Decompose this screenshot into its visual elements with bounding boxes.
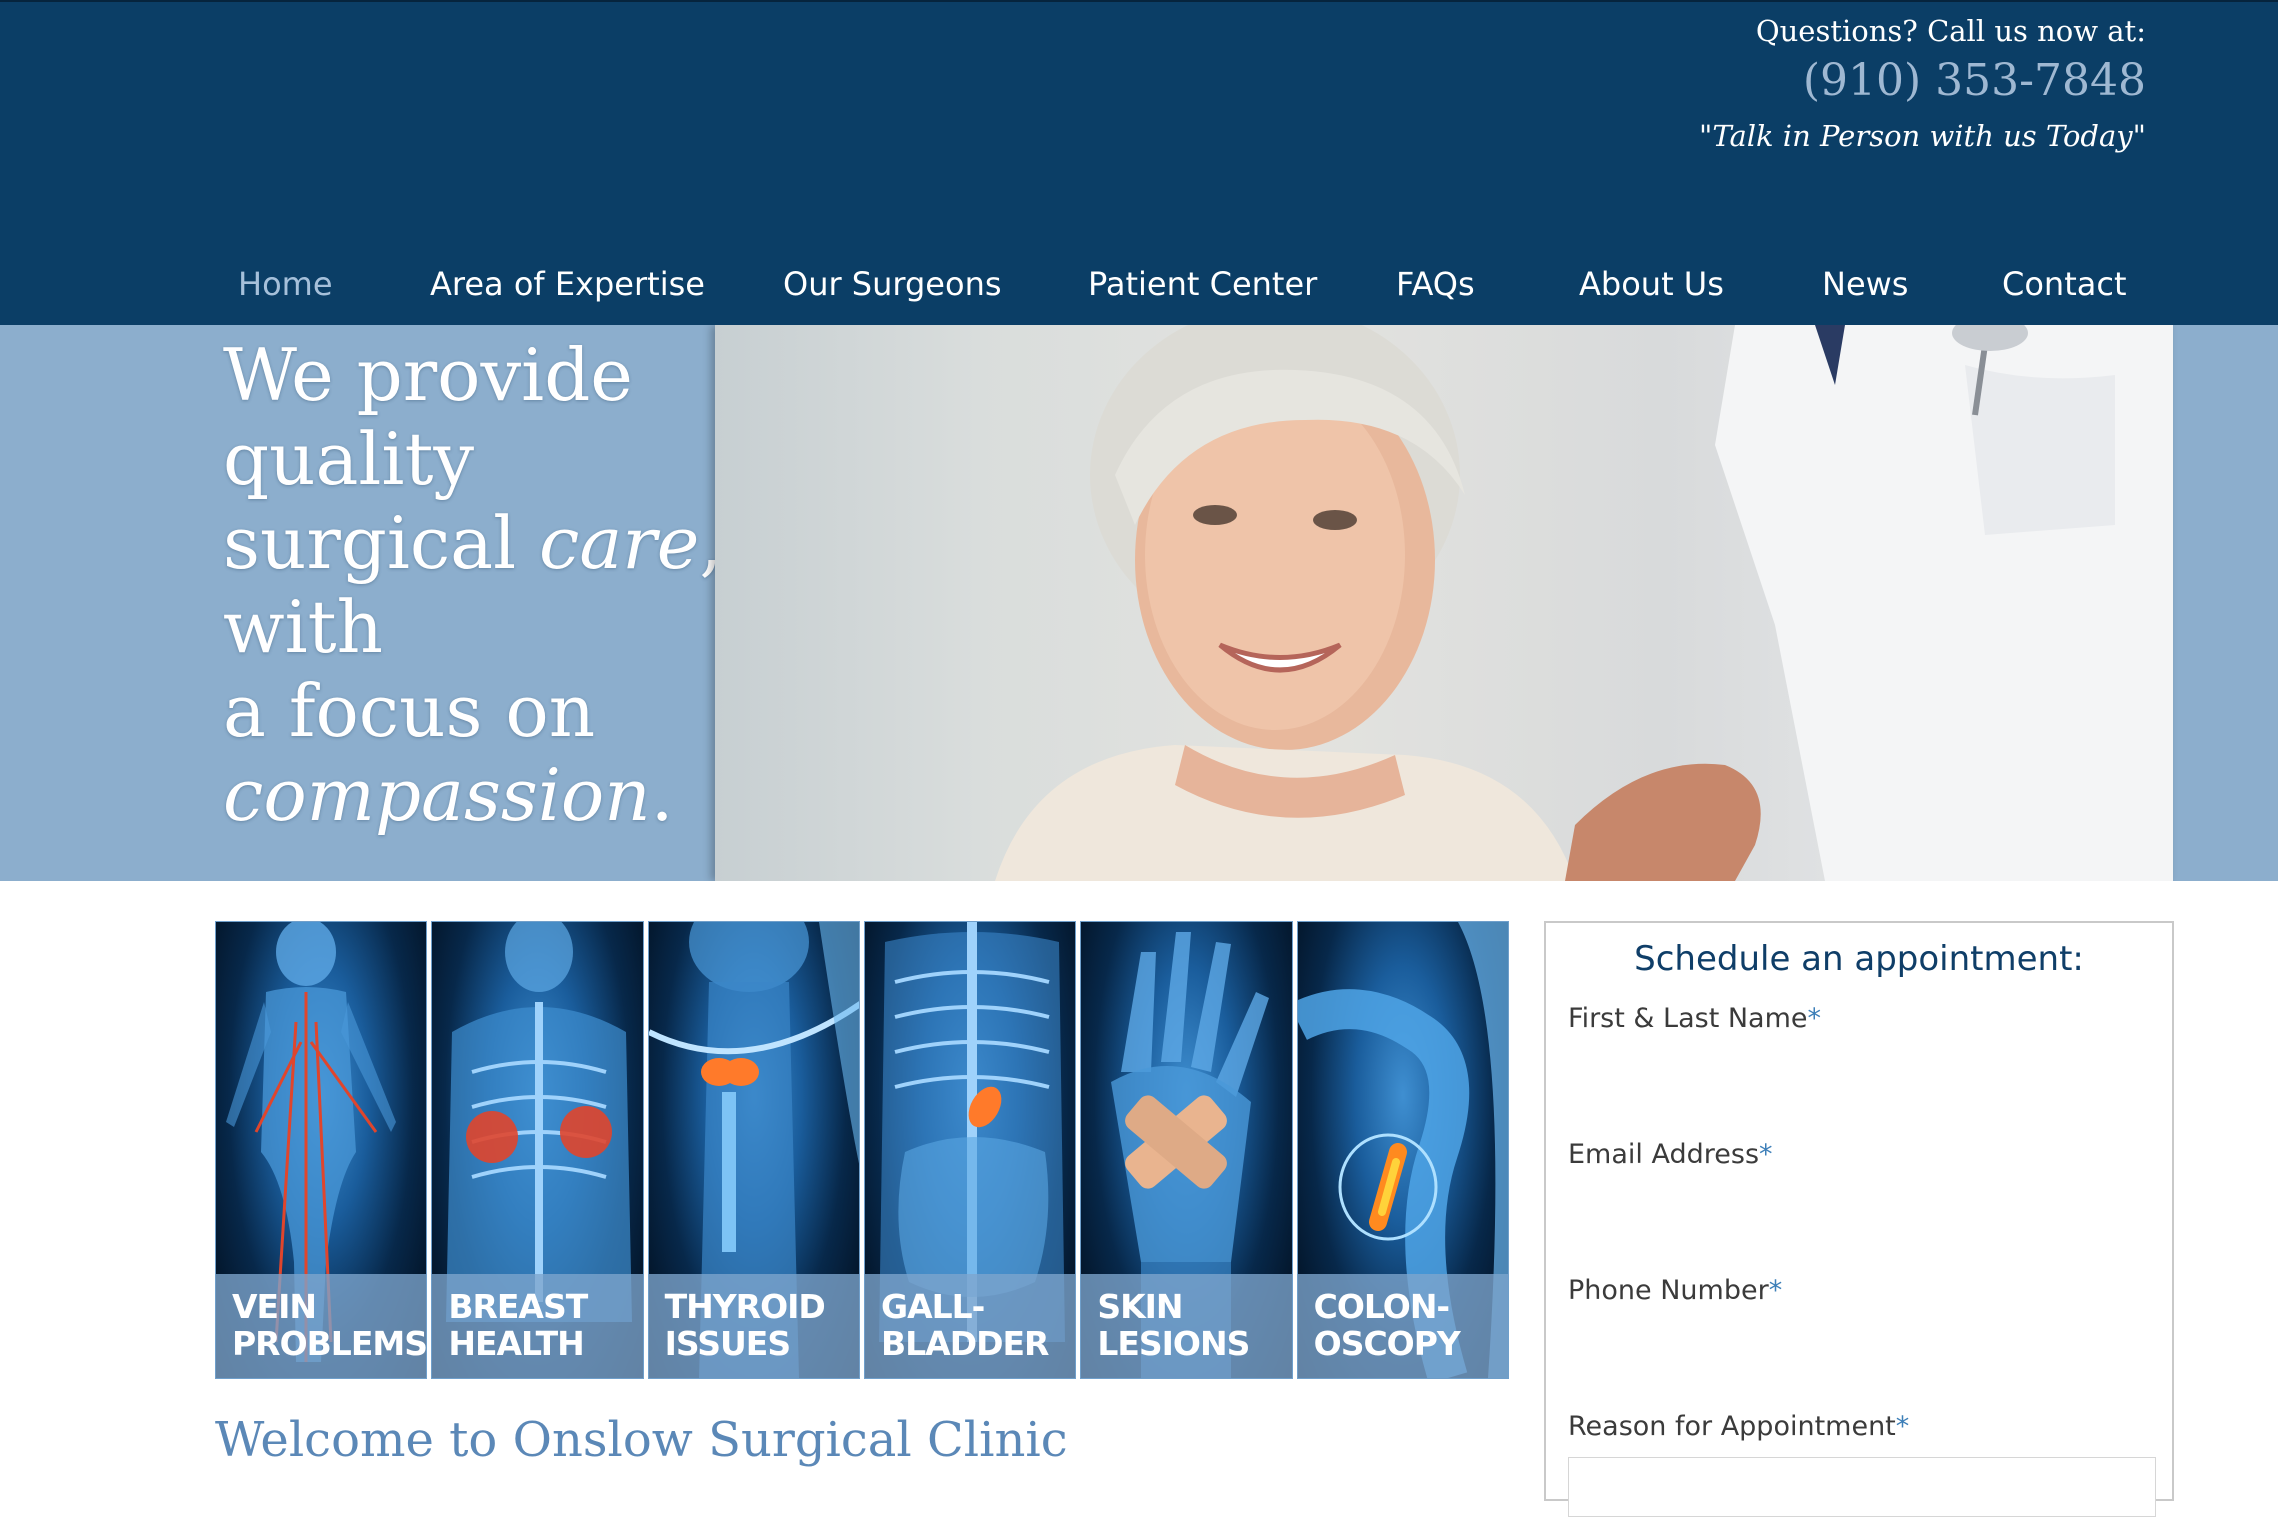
name-field-label: First & Last Name*: [1568, 1001, 1821, 1037]
email-input[interactable]: [1568, 1177, 2156, 1237]
name-label-text: First & Last Name: [1568, 1003, 1808, 1034]
hero-line-6: compassion.: [223, 753, 722, 837]
hero-photo-patient-and-doctor: [715, 325, 2173, 881]
hero-line-6-emphasis: compassion: [223, 753, 651, 837]
main-nav: Home Area of Expertise Our Surgeons Pati…: [0, 257, 2278, 312]
tile-label-line-1: SKIN: [1097, 1287, 1183, 1326]
tile-label: GALL- BLADDER: [864, 1274, 1076, 1378]
phone-input[interactable]: [1568, 1313, 2156, 1373]
tile-label-line-1: GALL-: [880, 1287, 985, 1326]
tile-label-line-2: BLADDER: [880, 1324, 1049, 1363]
hero-line-3-text: surgical: [223, 501, 540, 585]
appointment-form-title: Schedule an appointment:: [1634, 939, 2084, 979]
tile-label: THYROID ISSUES: [648, 1274, 859, 1378]
tile-label-line-1: BREAST: [448, 1287, 588, 1326]
welcome-heading: Welcome to Onslow Surgical Clinic: [215, 1412, 1068, 1468]
reason-field-label: Reason for Appointment*: [1568, 1409, 1909, 1445]
tile-label-line-2: HEALTH: [448, 1324, 584, 1363]
hero-banner: We provide quality surgical care, with a…: [0, 325, 2278, 881]
hero-photo-illustration: [995, 325, 2173, 881]
reason-label-text: Reason for Appointment: [1568, 1411, 1896, 1442]
nav-item-patient-center[interactable]: Patient Center: [1088, 257, 1317, 312]
call-question-text: Questions? Call us now at:: [1755, 14, 2146, 48]
required-marker: *: [1768, 1275, 1783, 1306]
header-tagline: "Talk in Person with us Today": [1699, 119, 2146, 153]
nav-item-news[interactable]: News: [1822, 257, 1908, 312]
hero-headline: We provide quality surgical care, with a…: [223, 333, 722, 837]
required-marker: *: [1759, 1139, 1773, 1170]
tile-label: BREAST HEALTH: [432, 1274, 643, 1378]
expertise-tiles: VEIN PROBLEMS BREAST HEALTH THYROID ISSU…: [215, 921, 1509, 1379]
hero-line-1: We provide: [223, 333, 633, 417]
nav-item-contact[interactable]: Contact: [2002, 257, 2127, 312]
email-label-text: Email Address: [1568, 1139, 1760, 1170]
header-contact-block: Questions? Call us now at: (910) 353-784…: [1699, 12, 2146, 160]
reason-input[interactable]: [1568, 1457, 2156, 1517]
tile-label-line-2: PROBLEMS: [232, 1324, 427, 1363]
hero-line-5: a focus on: [223, 669, 596, 753]
hero-line-3-emphasis: care: [539, 501, 700, 585]
name-input[interactable]: [1568, 1041, 2156, 1101]
tile-breast-health[interactable]: BREAST HEALTH: [431, 921, 644, 1379]
required-marker: *: [1895, 1411, 1910, 1442]
tile-label-line-2: OSCOPY: [1313, 1324, 1461, 1363]
tile-label-line-1: COLON-: [1313, 1287, 1451, 1326]
tile-label-line-2: LESIONS: [1097, 1324, 1250, 1363]
nav-item-our-surgeons[interactable]: Our Surgeons: [783, 257, 1002, 312]
nav-item-home[interactable]: Home: [238, 257, 333, 312]
appointment-form: Schedule an appointment: First & Last Na…: [1544, 921, 2174, 1517]
nav-item-about-us[interactable]: About Us: [1579, 257, 1724, 312]
hero-line-2: quality: [223, 417, 475, 501]
tile-gallbladder[interactable]: GALL- BLADDER: [863, 921, 1077, 1379]
tile-colonoscopy[interactable]: COLON- OSCOPY: [1296, 921, 1509, 1379]
hero-line-3: surgical care,: [223, 501, 722, 585]
nav-item-faqs[interactable]: FAQs: [1396, 257, 1475, 312]
tile-label: COLON- OSCOPY: [1297, 1274, 1508, 1378]
hero-line-4: with: [223, 585, 383, 669]
tile-thyroid-issues[interactable]: THYROID ISSUES: [647, 921, 860, 1379]
phone-label-text: Phone Number: [1568, 1275, 1769, 1306]
site-header: Questions? Call us now at: (910) 353-784…: [0, 0, 2278, 325]
tile-label-line-2: ISSUES: [664, 1324, 791, 1363]
nav-item-area-of-expertise[interactable]: Area of Expertise: [430, 257, 705, 312]
hero-line-6-punct: .: [650, 753, 674, 837]
tile-skin-lesions[interactable]: SKIN LESIONS: [1080, 921, 1293, 1379]
phone-number-link[interactable]: (910) 353-7848: [1699, 50, 2146, 112]
tile-label: SKIN LESIONS: [1081, 1274, 1292, 1378]
tile-label: VEIN PROBLEMS: [216, 1274, 427, 1378]
required-marker: *: [1807, 1003, 1822, 1034]
tile-label-line-1: THYROID: [664, 1287, 826, 1326]
tile-vein-problems[interactable]: VEIN PROBLEMS: [215, 921, 428, 1379]
phone-field-label: Phone Number*: [1568, 1273, 1782, 1309]
tile-label-line-1: VEIN: [232, 1287, 317, 1326]
email-field-label: Email Address*: [1568, 1137, 1773, 1173]
